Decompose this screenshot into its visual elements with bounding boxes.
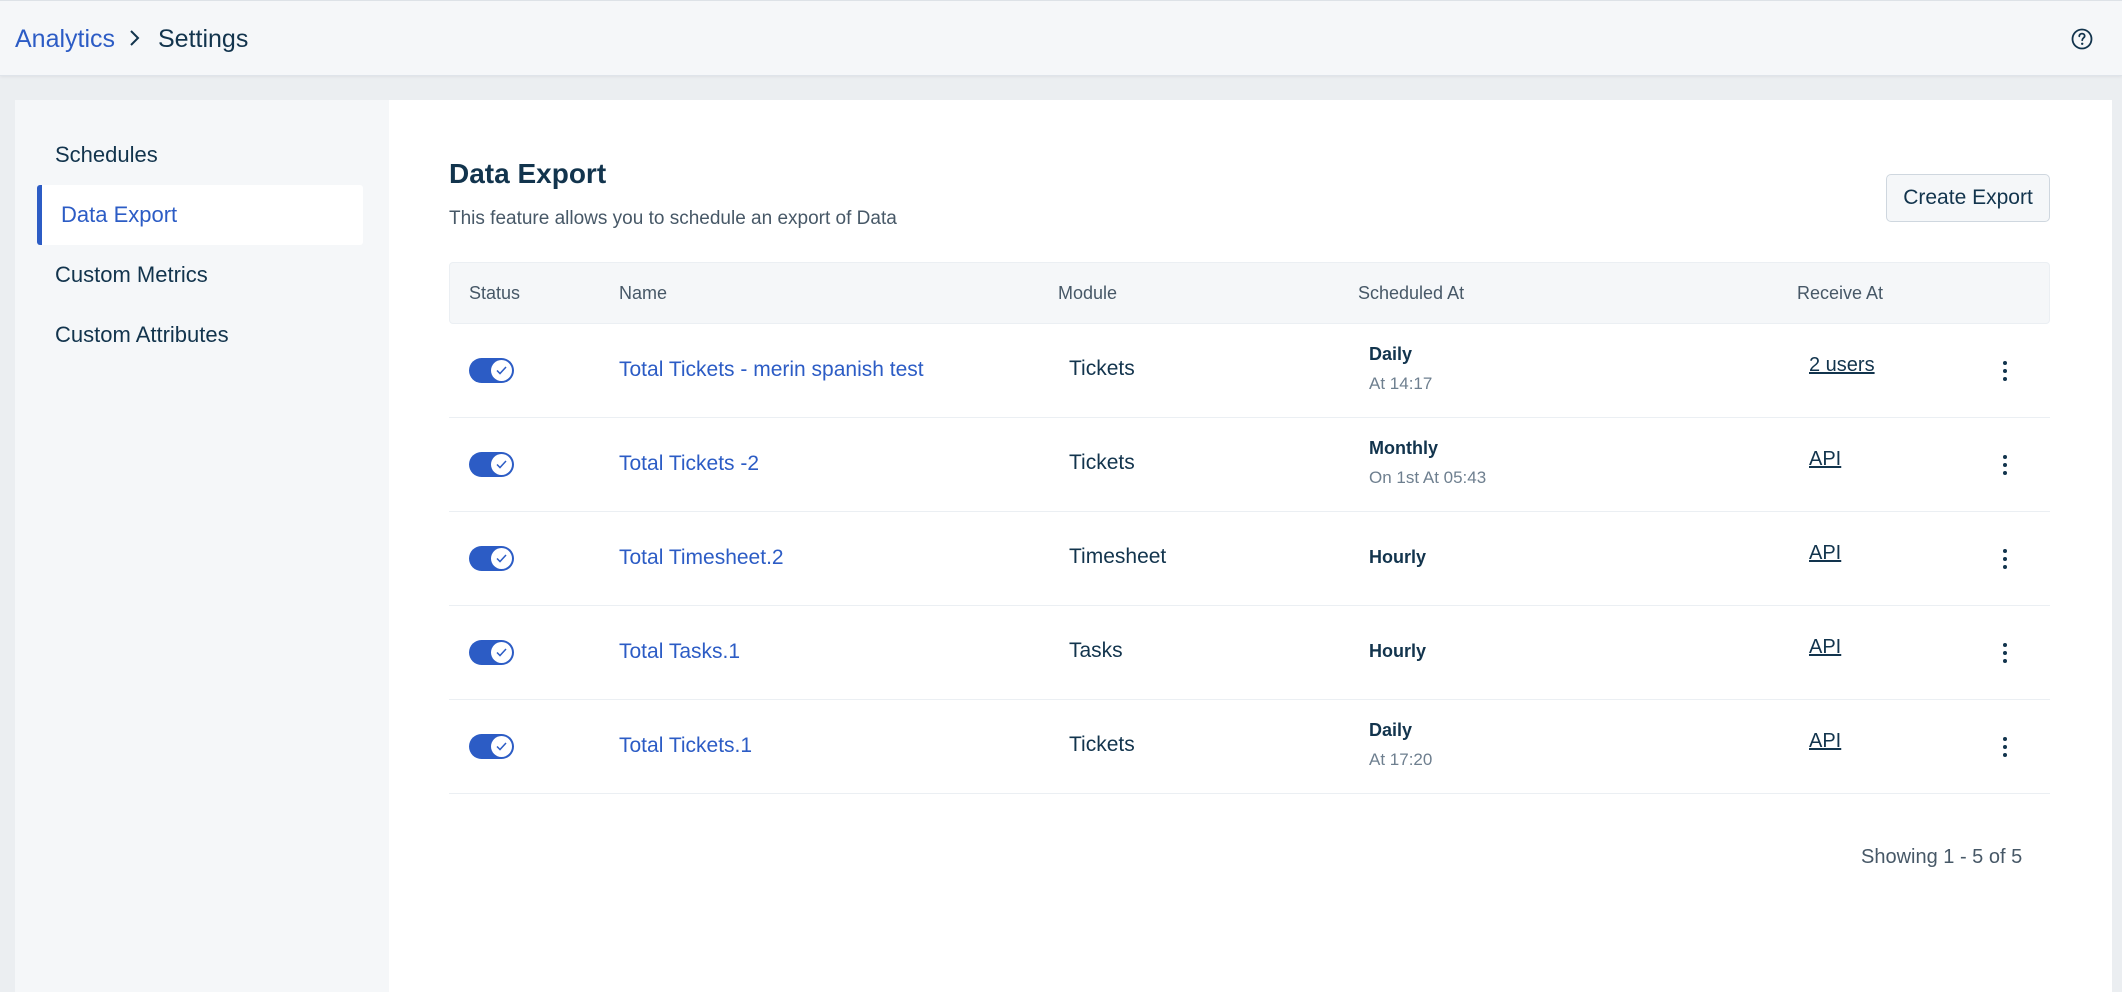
page-title: Data Export (449, 158, 607, 189)
module-cell: Tasks (1069, 639, 1123, 662)
schedule-frequency: Hourly (1369, 641, 1427, 661)
module-cell: Tickets (1069, 451, 1135, 474)
receive-at-link[interactable]: API (1809, 730, 1841, 753)
module-cell: Tickets (1069, 357, 1135, 380)
column-header-status: Status (469, 283, 521, 303)
table-row: Total Tickets.1 Tickets Daily At 17:20 A… (449, 700, 2050, 794)
create-export-button[interactable]: Create Export (1886, 174, 2050, 222)
breadcrumb-analytics-link[interactable]: Analytics (15, 25, 115, 54)
check-icon (496, 648, 507, 657)
breadcrumb-current: Settings (158, 25, 249, 53)
schedule-frequency: Daily (1369, 720, 1413, 740)
help-circle-icon[interactable] (2070, 27, 2094, 56)
export-name-link[interactable]: Total Tickets.1 (619, 734, 752, 758)
status-toggle[interactable] (469, 452, 514, 477)
more-vertical-icon[interactable] (1995, 450, 2015, 480)
sidebar-item-data-export[interactable]: Data Export (37, 185, 363, 245)
top-bar: Analytics Settings (0, 0, 2122, 76)
main-panel: Data Export This feature allows you to s… (389, 100, 2112, 992)
export-name-link[interactable]: Total Tasks.1 (619, 640, 740, 664)
column-header-scheduled-at: Scheduled At (1358, 283, 1465, 303)
more-vertical-icon[interactable] (1995, 356, 2015, 386)
receive-at-link[interactable]: 2 users (1809, 354, 1875, 377)
table-row: Total Timesheet.2 Timesheet Hourly API (449, 512, 2050, 606)
export-name-link[interactable]: Total Timesheet.2 (619, 546, 784, 570)
page-subtitle: This feature allows you to schedule an e… (449, 208, 897, 229)
pagination-summary: Showing 1 - 5 of 5 (1861, 846, 2023, 868)
sidebar-item-custom-metrics[interactable]: Custom Metrics (37, 245, 363, 305)
module-cell: Timesheet (1069, 545, 1167, 568)
more-vertical-icon[interactable] (1995, 732, 2015, 762)
receive-at-link[interactable]: API (1809, 636, 1841, 659)
export-name-link[interactable]: Total Tickets -2 (619, 452, 759, 476)
status-toggle[interactable] (469, 640, 514, 665)
sidebar-item-custom-attributes[interactable]: Custom Attributes (37, 305, 363, 365)
chevron-right-icon (128, 28, 142, 53)
more-vertical-icon[interactable] (1995, 638, 2015, 668)
column-header-name: Name (619, 283, 668, 303)
receive-at-link[interactable]: API (1809, 542, 1841, 565)
check-icon (496, 742, 507, 751)
schedule-detail: At 14:17 (1369, 374, 1433, 393)
export-name-link[interactable]: Total Tickets - merin spanish test (619, 358, 924, 382)
sidebar-item-schedules[interactable]: Schedules (37, 125, 363, 185)
receive-at-link[interactable]: API (1809, 448, 1841, 471)
schedule-detail: On 1st At 05:43 (1369, 468, 1487, 487)
settings-sidebar: Schedules Data Export Custom Metrics Cus… (15, 100, 389, 992)
check-icon (496, 554, 507, 563)
status-toggle[interactable] (469, 358, 514, 383)
module-cell: Tickets (1069, 733, 1135, 756)
table-header: Status Name Module Scheduled At Receive … (449, 262, 2050, 324)
table-row: Total Tasks.1 Tasks Hourly API (449, 606, 2050, 700)
schedule-frequency: Hourly (1369, 547, 1427, 567)
status-toggle[interactable] (469, 734, 514, 759)
schedule-frequency: Monthly (1369, 438, 1438, 458)
column-header-receive-at: Receive At (1797, 283, 1884, 303)
table-row: Total Tickets -2 Tickets Monthly On 1st … (449, 418, 2050, 512)
schedule-frequency: Daily (1369, 344, 1413, 364)
more-vertical-icon[interactable] (1995, 544, 2015, 574)
table-row: Total Tickets - merin spanish test Ticke… (449, 324, 2050, 418)
schedule-detail: At 17:20 (1369, 750, 1433, 769)
check-icon (496, 460, 507, 469)
column-header-module: Module (1058, 283, 1118, 303)
status-toggle[interactable] (469, 546, 514, 571)
check-icon (496, 366, 507, 375)
